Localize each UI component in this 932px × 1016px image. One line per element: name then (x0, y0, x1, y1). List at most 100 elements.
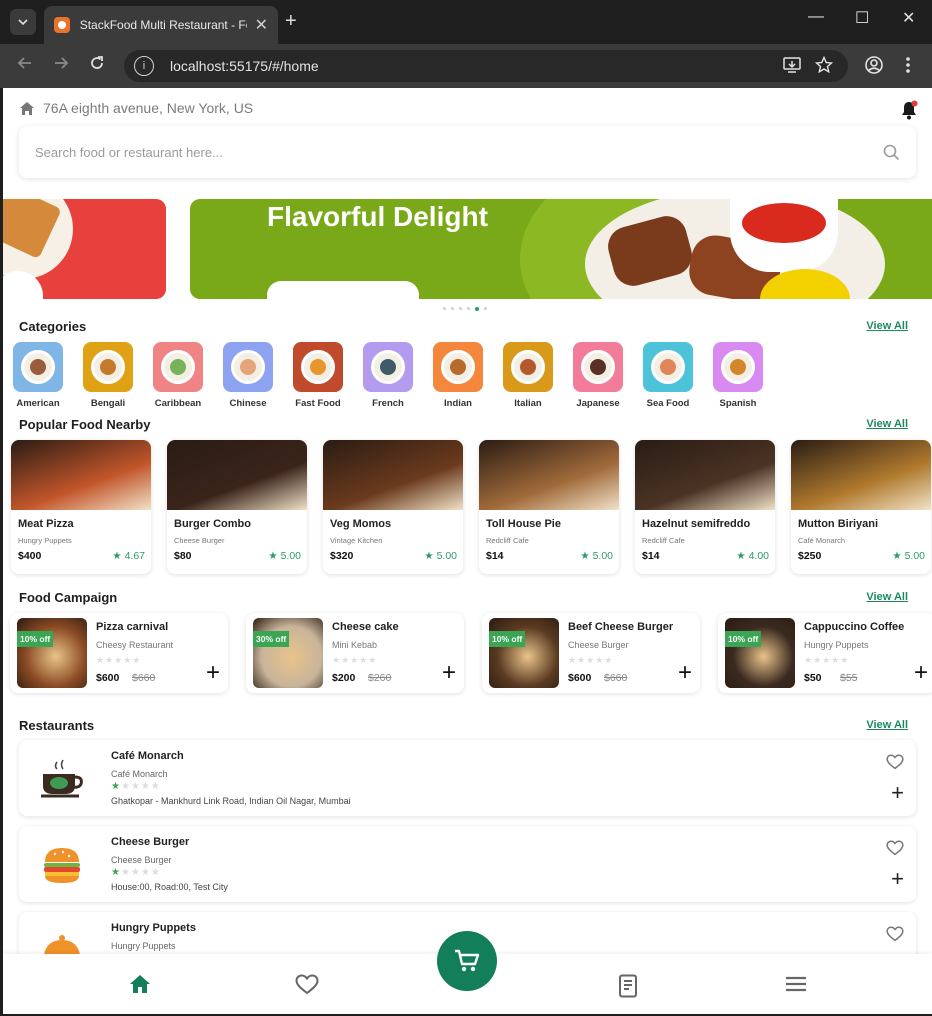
profile-icon[interactable] (864, 55, 884, 75)
food-rating: ★ 5.00 (580, 550, 613, 562)
category-item[interactable]: Fast Food (290, 342, 346, 409)
category-image (13, 342, 63, 392)
campaign-old-price: $260 (368, 672, 392, 684)
food-restaurant: Café Monarch (798, 536, 846, 545)
banner-slide-current[interactable]: Flavorful Delight (190, 199, 932, 299)
banner-dot[interactable] (467, 307, 470, 310)
add-button[interactable]: + (891, 782, 904, 804)
category-item[interactable]: Chinese (220, 342, 276, 409)
rating-value: 5.00 (280, 550, 301, 562)
heart-icon (886, 754, 904, 770)
delivery-address[interactable]: 76A eighth avenue, New York, US (19, 100, 253, 116)
add-to-cart-button[interactable]: + (442, 661, 456, 685)
add-to-cart-button[interactable]: + (678, 661, 692, 685)
campaign-card[interactable]: 30% off Cheese cake Mini Kebab ★★★★★ $200 $26… (246, 613, 464, 693)
campaign-view-all-link[interactable]: View All (866, 591, 908, 603)
nav-favourite-icon[interactable] (295, 974, 319, 995)
category-item[interactable]: Caribbean (150, 342, 206, 409)
new-tab-button[interactable]: + (285, 10, 297, 33)
tab-search-button[interactable] (10, 9, 36, 35)
search-input[interactable]: Search food or restaurant here... (35, 145, 883, 160)
address-bar[interactable]: i localhost:55175/#/home (124, 50, 848, 82)
restaurant-card[interactable]: Cheese Burger Cheese Burger ★★★★★ House:00,… (19, 826, 916, 902)
category-image (83, 342, 133, 392)
star-icon: ★ (268, 550, 281, 562)
banner-dot[interactable] (459, 307, 462, 310)
food-card[interactable]: Veg Momos Vintage Kitchen $320 ★ 5.00 (323, 440, 463, 574)
maximize-button[interactable]: ☐ (855, 8, 869, 28)
food-plate-icon (301, 350, 335, 384)
add-button[interactable]: + (891, 868, 904, 890)
category-item[interactable]: American (10, 342, 66, 409)
banner-dot[interactable] (484, 307, 487, 310)
category-item[interactable]: Indian (430, 342, 486, 409)
star-icon: ★ (424, 550, 437, 562)
forward-arrow-icon[interactable] (52, 54, 70, 72)
star-icon: ★ (736, 550, 749, 562)
categories-title: Categories (19, 319, 87, 334)
favourite-button[interactable] (886, 840, 904, 861)
restaurant-name: Café Monarch (111, 750, 184, 762)
campaign-card[interactable]: 10% off Cappuccino Coffee Hungry Puppets ★★… (718, 613, 932, 693)
cart-button[interactable] (437, 931, 497, 991)
reload-icon[interactable] (88, 54, 106, 72)
food-restaurant: Hungry Puppets (18, 536, 72, 545)
banner-dot[interactable] (475, 307, 479, 311)
category-item[interactable]: Spanish (710, 342, 766, 409)
notification-button[interactable] (900, 100, 918, 125)
banner-slide-previous[interactable] (3, 199, 166, 299)
food-price: $80 (174, 550, 192, 562)
food-plate-icon (161, 350, 195, 384)
tab-close-icon[interactable]: ✕ (255, 15, 268, 35)
food-card[interactable]: Hazelnut semifreddo Redcliff Cafe $14 ★ 4.0… (635, 440, 775, 574)
category-item[interactable]: French (360, 342, 416, 409)
nav-home-icon[interactable] (129, 974, 151, 994)
back-arrow-icon[interactable] (16, 54, 34, 72)
rating-stars: ★★★★★ (804, 655, 850, 665)
category-item[interactable]: Sea Food (640, 342, 696, 409)
home-icon (20, 101, 34, 115)
food-image (791, 440, 931, 510)
favourite-button[interactable] (886, 926, 904, 947)
discount-badge: 10% off (17, 631, 54, 647)
add-to-cart-button[interactable]: + (206, 661, 220, 685)
category-label: Caribbean (154, 398, 202, 409)
category-item[interactable]: Bengali (80, 342, 136, 409)
banner-dot[interactable] (443, 307, 446, 310)
minimize-button[interactable]: — (808, 8, 824, 26)
popular-view-all-link[interactable]: View All (866, 418, 908, 430)
food-card[interactable]: Mutton Biriyani Café Monarch $250 ★ 5.00 (791, 440, 931, 574)
campaign-card[interactable]: 10% off Pizza carnival Cheesy Restaurant ★★… (10, 613, 228, 693)
browser-tab[interactable]: StackFood Multi Restaurant - Fo ✕ (44, 6, 278, 44)
more-menu-icon[interactable] (905, 56, 911, 74)
favourite-button[interactable] (886, 754, 904, 775)
food-card[interactable]: Burger Combo Cheese Burger $80 ★ 5.00 (167, 440, 307, 574)
add-to-cart-button[interactable]: + (914, 661, 928, 685)
category-item[interactable]: Italian (500, 342, 556, 409)
restaurant-card[interactable]: Café Monarch Café Monarch ★★★★★ Ghatkopar -… (19, 740, 916, 816)
campaign-restaurant: Cheese Burger (568, 640, 629, 650)
restaurants-view-all-link[interactable]: View All (866, 719, 908, 731)
search-icon[interactable] (883, 144, 900, 161)
banner-order-button[interactable] (267, 281, 419, 299)
food-name: Burger Combo (174, 518, 251, 530)
bookmark-star-icon[interactable] (815, 56, 833, 74)
bell-icon (902, 100, 918, 120)
window-close-button[interactable]: ✕ (902, 8, 915, 28)
campaign-image: 30% off (253, 618, 323, 688)
campaign-image: 10% off (725, 618, 795, 688)
campaign-card[interactable]: 10% off Beef Cheese Burger Cheese Burger ★★… (482, 613, 700, 693)
nav-orders-icon[interactable] (617, 974, 639, 998)
install-app-icon[interactable] (782, 56, 802, 74)
category-item[interactable]: Japanese (570, 342, 626, 409)
search-bar[interactable]: Search food or restaurant here... (19, 126, 916, 178)
food-card[interactable]: Meat Pizza Hungry Puppets $400 ★ 4.67 (11, 440, 151, 574)
site-info-icon[interactable]: i (134, 56, 154, 76)
chevron-down-icon (18, 19, 28, 26)
category-image (573, 342, 623, 392)
banner-dot[interactable] (451, 307, 454, 310)
nav-menu-icon[interactable] (785, 976, 807, 992)
categories-view-all-link[interactable]: View All (866, 320, 908, 332)
site-favicon-icon (54, 17, 70, 33)
food-card[interactable]: Toll House Pie Redcliff Cafe $14 ★ 5.00 (479, 440, 619, 574)
